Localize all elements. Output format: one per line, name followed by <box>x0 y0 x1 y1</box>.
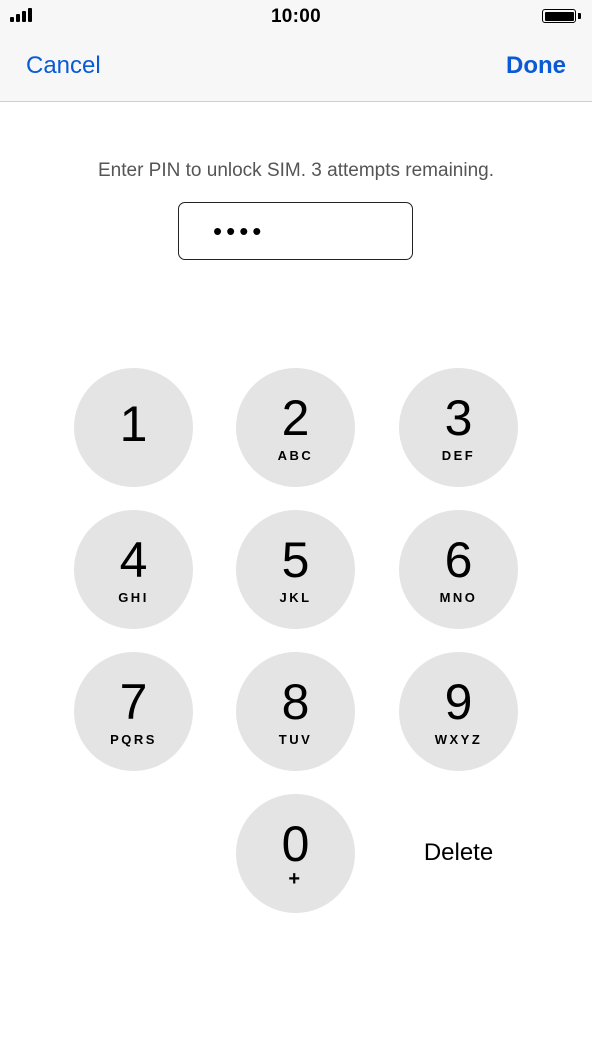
keypad-key-0[interactable]: 0 + <box>236 794 355 913</box>
key-letters: + <box>288 868 303 890</box>
battery-full-icon <box>542 9 581 23</box>
key-letters: DEF <box>441 448 476 463</box>
key-digit: 3 <box>444 390 473 446</box>
keypad-key-9[interactable]: 9 WXYZ <box>399 652 518 771</box>
key-digit: 8 <box>281 674 310 730</box>
keypad-key-4[interactable]: 4 GHI <box>74 510 193 629</box>
delete-button[interactable]: Delete <box>399 823 518 883</box>
key-digit: 6 <box>444 532 473 588</box>
key-letters: MNO <box>439 590 478 605</box>
pin-prompt: Enter PIN to unlock SIM. 3 attempts rema… <box>97 160 494 181</box>
key-letters: ABC <box>277 448 314 463</box>
key-digit: 5 <box>281 532 310 588</box>
key-digit: 4 <box>119 532 148 588</box>
done-button[interactable]: Done <box>506 52 566 80</box>
key-digit: 9 <box>444 674 473 730</box>
keypad-key-5[interactable]: 5 JKL <box>236 510 355 629</box>
keypad-key-6[interactable]: 6 MNO <box>399 510 518 629</box>
key-letters: WXYZ <box>434 732 483 747</box>
key-letters: GHI <box>118 590 149 605</box>
pin-masked-value: •••• <box>213 216 266 246</box>
key-digit: 0 <box>281 816 310 872</box>
key-digit: 7 <box>119 674 148 730</box>
cancel-button[interactable]: Cancel <box>26 52 101 80</box>
navigation-bar: Cancel Done <box>0 34 592 102</box>
key-digit: 2 <box>281 390 310 446</box>
pin-input[interactable]: •••• <box>178 202 413 260</box>
key-letters: PQRS <box>110 732 157 747</box>
key-letters: JKL <box>279 590 312 605</box>
keypad-key-1[interactable]: 1 <box>74 368 193 487</box>
keypad-key-8[interactable]: 8 TUV <box>236 652 355 771</box>
keypad-key-3[interactable]: 3 DEF <box>399 368 518 487</box>
keypad-key-7[interactable]: 7 PQRS <box>74 652 193 771</box>
status-bar: 10:00 <box>0 0 592 34</box>
keypad-key-2[interactable]: 2 ABC <box>236 368 355 487</box>
key-letters: TUV <box>278 732 313 747</box>
status-time: 10:00 <box>270 6 322 27</box>
key-digit: 1 <box>119 396 148 452</box>
